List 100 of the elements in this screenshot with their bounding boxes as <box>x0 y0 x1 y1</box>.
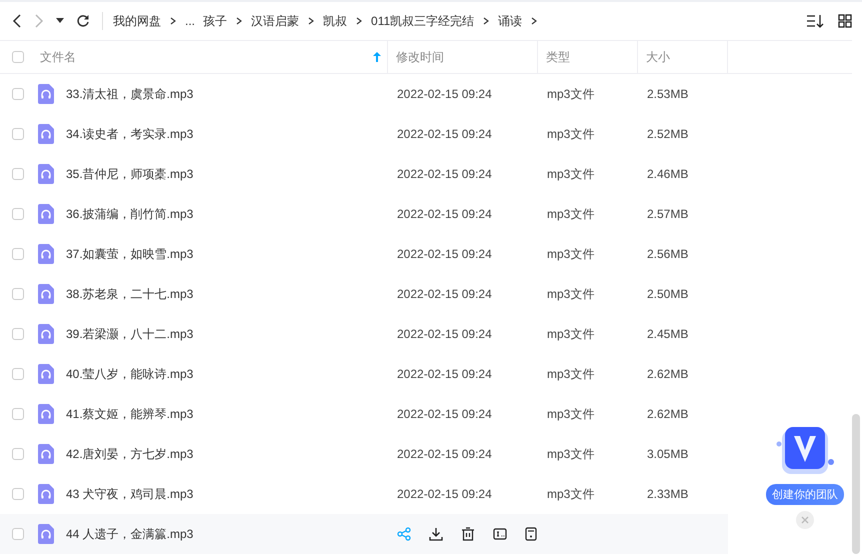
audio-file-icon <box>38 244 54 264</box>
grid-view-icon[interactable] <box>838 14 852 28</box>
breadcrumb-item[interactable]: 凯叔 <box>323 12 348 30</box>
modified-time: 2022-02-15 09:24 <box>396 447 493 461</box>
file-row[interactable]: 44 人遗子，金满籯.mp3 <box>0 514 728 554</box>
audio-file-icon <box>38 364 54 384</box>
modified-time: 2022-02-15 09:24 <box>396 167 493 181</box>
file-row[interactable]: 33.清太祖，虞景命.mp3 2022-02-15 09:24 mp3文件 2.53MB <box>0 74 728 114</box>
file-row[interactable]: 37.如囊萤，如映雪.mp3 2022-02-15 09:24 mp3文件 2.56MB <box>0 234 728 274</box>
sort-menu-icon[interactable] <box>807 14 824 28</box>
chevron-icon <box>355 17 364 25</box>
file-type: mp3文件 <box>546 86 596 102</box>
file-name[interactable]: 43 犬守夜，鸡司晨.mp3 <box>66 486 194 502</box>
modified-time: 2022-02-15 09:24 <box>396 367 493 381</box>
file-row[interactable]: 43 犬守夜，鸡司晨.mp3 2022-02-15 09:24 mp3文件 2.33MB <box>0 474 728 514</box>
file-name[interactable]: 42.唐刘晏，方七岁.mp3 <box>66 446 194 462</box>
breadcrumb-item[interactable]: 汉语启蒙 <box>251 12 300 30</box>
file-size: 2.45MB <box>646 327 690 341</box>
file-name[interactable]: 34.读史者，考实录.mp3 <box>66 126 194 142</box>
modified-time: 2022-02-15 09:24 <box>396 327 493 341</box>
modified-time: 2022-02-15 09:24 <box>396 127 493 141</box>
column-header[interactable]: 修改时间 <box>396 48 444 66</box>
close-icon[interactable] <box>801 516 809 524</box>
file-name[interactable]: 40.莹八岁，能咏诗.mp3 <box>66 366 194 382</box>
file-name[interactable]: 33.清太祖，虞景命.mp3 <box>66 86 194 102</box>
select-all-checkbox[interactable] <box>12 51 24 63</box>
file-row[interactable]: 40.莹八岁，能咏诗.mp3 2022-02-15 09:24 mp3文件 2.62MB <box>0 354 728 394</box>
file-type: mp3文件 <box>546 166 596 182</box>
delete-icon[interactable] <box>461 527 475 541</box>
column-header[interactable]: 大小 <box>646 48 670 66</box>
column-header[interactable]: 类型 <box>546 48 570 66</box>
more-icon[interactable] <box>525 527 537 541</box>
file-size: 2.33MB <box>646 487 690 501</box>
audio-file-icon <box>38 284 54 304</box>
modified-time: 2022-02-15 09:24 <box>396 247 493 261</box>
file-type: mp3文件 <box>546 126 596 142</box>
audio-file-icon <box>38 524 54 544</box>
file-type: mp3文件 <box>546 486 596 502</box>
download-icon[interactable] <box>429 527 443 541</box>
file-row[interactable]: 34.读史者，考实录.mp3 2022-02-15 09:24 mp3文件 2.52MB <box>0 114 728 154</box>
modified-time: 2022-02-15 09:24 <box>396 87 493 101</box>
file-size: 2.62MB <box>646 367 690 381</box>
back-button[interactable] <box>12 14 22 28</box>
audio-file-icon <box>38 204 54 224</box>
file-name[interactable]: 44 人遗子，金满籯.mp3 <box>66 526 194 542</box>
file-row[interactable]: 35.昔仲尼，师项橐.mp3 2022-02-15 09:24 mp3文件 2.46MB <box>0 154 728 194</box>
breadcrumb-item[interactable]: 诵读 <box>498 12 522 30</box>
file-row[interactable]: 42.唐刘晏，方七岁.mp3 2022-02-15 09:24 mp3文件 3.05MB <box>0 434 728 474</box>
file-size: 2.46MB <box>646 167 690 181</box>
row-checkbox[interactable] <box>12 408 24 420</box>
audio-file-icon <box>38 324 54 344</box>
row-checkbox[interactable] <box>12 288 24 300</box>
audio-file-icon <box>38 84 54 104</box>
forward-button[interactable] <box>34 14 44 28</box>
breadcrumb-item[interactable]: 孩子 <box>203 12 228 30</box>
file-type: mp3文件 <box>546 246 596 262</box>
file-name[interactable]: 35.昔仲尼，师项橐.mp3 <box>66 166 194 182</box>
share-icon[interactable] <box>397 527 411 541</box>
row-checkbox[interactable] <box>12 448 24 460</box>
audio-file-icon <box>38 164 54 184</box>
breadcrumb-item[interactable]: 我的网盘 <box>113 12 161 30</box>
row-checkbox[interactable] <box>12 88 24 100</box>
file-name[interactable]: 37.如囊萤，如映雪.mp3 <box>66 246 194 262</box>
scrollbar-thumb[interactable] <box>852 414 860 554</box>
row-checkbox[interactable] <box>12 488 24 500</box>
file-name[interactable]: 41.蔡文姬，能辨琴.mp3 <box>66 406 194 422</box>
file-name[interactable]: 38.苏老泉，二十七.mp3 <box>66 286 194 302</box>
file-row[interactable]: 39.若梁灏，八十二.mp3 2022-02-15 09:24 mp3文件 2.45MB <box>0 314 728 354</box>
breadcrumb-item[interactable]: 011凯叔三字经完结 <box>371 12 474 30</box>
row-checkbox[interactable] <box>12 248 24 260</box>
file-size: 2.57MB <box>646 207 690 221</box>
column-header[interactable]: 文件名 <box>40 48 373 66</box>
file-size: 2.52MB <box>646 127 690 141</box>
row-checkbox[interactable] <box>12 368 24 380</box>
row-checkbox[interactable] <box>12 168 24 180</box>
audio-file-icon <box>38 404 54 424</box>
audio-file-icon <box>38 484 54 504</box>
row-checkbox[interactable] <box>12 208 24 220</box>
row-checkbox[interactable] <box>12 528 24 540</box>
modified-time: 2022-02-15 09:24 <box>396 487 493 501</box>
file-name[interactable]: 39.若梁灏，八十二.mp3 <box>66 326 194 342</box>
file-row[interactable]: 36.披蒲编，削竹简.mp3 2022-02-15 09:24 mp3文件 2.57MB <box>0 194 728 234</box>
file-type: mp3文件 <box>546 406 596 422</box>
file-row[interactable]: 38.苏老泉，二十七.mp3 2022-02-15 09:24 mp3文件 2.50MB <box>0 274 728 314</box>
rename-icon[interactable] <box>493 527 507 541</box>
history-dropdown-button[interactable] <box>56 18 64 24</box>
chevron-icon <box>530 17 538 25</box>
file-size: 3.05MB <box>646 447 690 461</box>
create-team-button[interactable]: 创建你的团队 <box>766 484 844 505</box>
row-checkbox[interactable] <box>12 328 24 340</box>
close-button[interactable] <box>796 511 814 529</box>
file-type: mp3文件 <box>546 326 596 342</box>
file-name[interactable]: 36.披蒲编，削竹简.mp3 <box>66 206 194 222</box>
sort-arrow-icon[interactable] <box>373 52 381 62</box>
row-checkbox[interactable] <box>12 128 24 140</box>
chevron-icon <box>169 17 177 25</box>
refresh-button[interactable] <box>76 14 90 28</box>
breadcrumb-item[interactable]: ... <box>185 14 196 28</box>
file-row[interactable]: 41.蔡文姬，能辨琴.mp3 2022-02-15 09:24 mp3文件 2.62MB <box>0 394 728 434</box>
file-type: mp3文件 <box>546 286 596 302</box>
